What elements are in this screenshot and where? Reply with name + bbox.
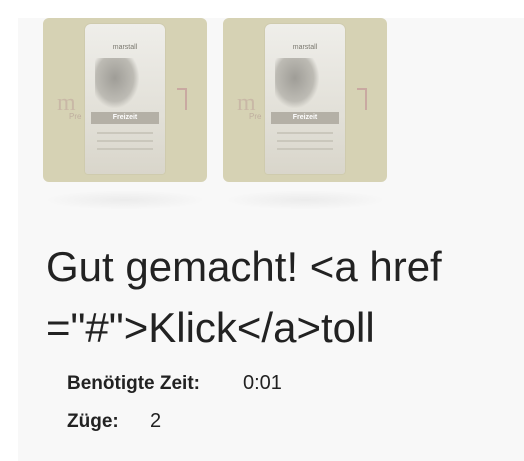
bag-product-name: Freizeit xyxy=(91,112,159,124)
card-shadow xyxy=(43,190,207,210)
moves-value: 2 xyxy=(150,410,162,432)
time-label: Benötigte Zeit: xyxy=(67,373,200,394)
bag-brand: marstall xyxy=(292,44,318,51)
horse-image xyxy=(275,58,319,108)
time-row: Benötigte Zeit: 0:01 xyxy=(67,372,282,410)
result-headline: Gut gemacht! <a href="#">Klick</a>toll xyxy=(46,243,442,351)
bag-product-name: Freizeit xyxy=(271,112,339,124)
moves-row: Züge: 2 xyxy=(67,410,200,448)
logo-bracket xyxy=(177,88,187,110)
time-value: 0:01 xyxy=(243,372,282,394)
logo-text: Pre xyxy=(69,112,82,121)
logo-text: Pre xyxy=(249,112,262,121)
horse-image xyxy=(95,58,139,108)
bag-text-lines xyxy=(277,132,333,156)
bag-text-lines xyxy=(97,132,153,156)
memory-card[interactable]: m Pre marstall Freizeit xyxy=(43,18,207,182)
bag-brand: marstall xyxy=(112,44,138,51)
memory-card[interactable]: m Pre marstall Freizeit xyxy=(223,18,387,182)
moves-label: Züge: xyxy=(67,411,119,432)
logo-bracket xyxy=(357,88,367,110)
card-shadow xyxy=(223,190,387,210)
game-stats: Benötigte Zeit: 0:01 Züge: 2 xyxy=(67,372,282,448)
